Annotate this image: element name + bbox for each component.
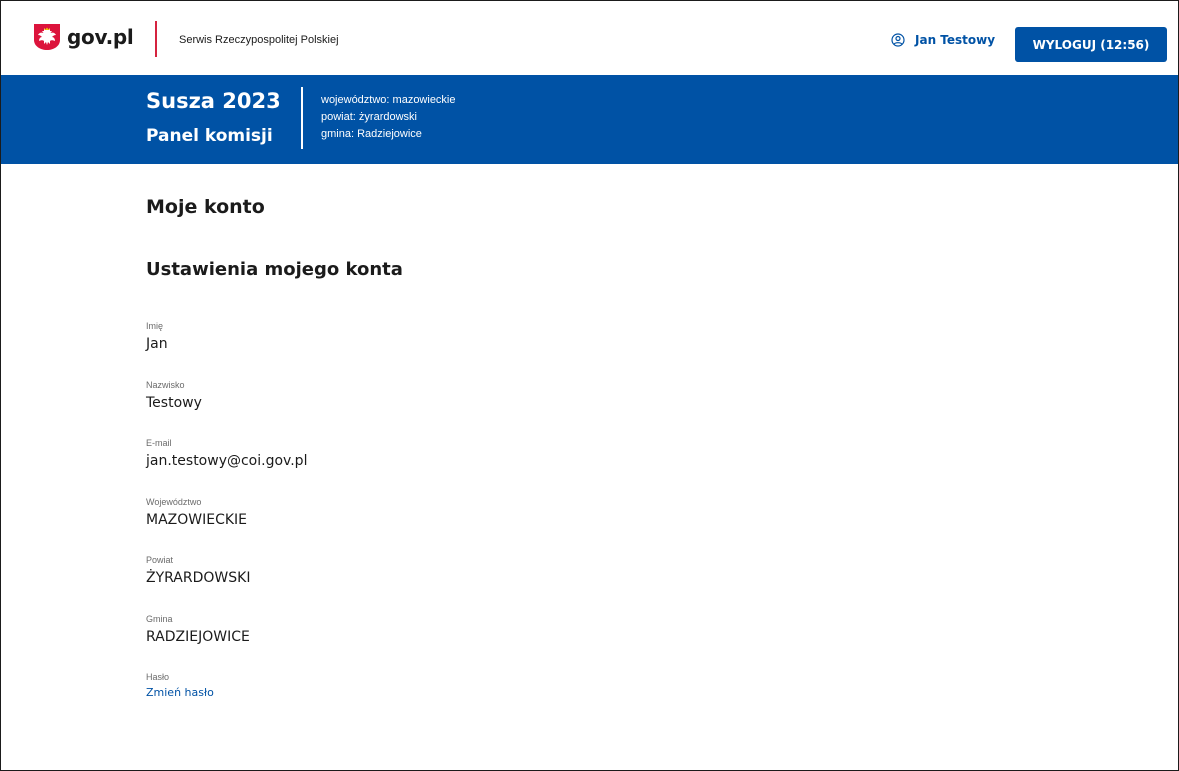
change-password-link[interactable]: Zmień hasło [146, 686, 214, 699]
field-value: ŻYRARDOWSKI [146, 570, 251, 586]
region-info: województwo: mazowieckie powiat: żyrardo… [321, 92, 456, 143]
user-circle-icon [891, 33, 905, 47]
logout-button[interactable]: WYLOGUJ (12:56) [1015, 27, 1167, 62]
top-bar: gov.pl Serwis Rzeczypospolitej Polskiej … [1, 1, 1178, 75]
header-separator [155, 21, 157, 57]
field-wojewodztwo: Województwo MAZOWIECKIE [146, 497, 247, 528]
app-banner: Susza 2023 Panel komisji województwo: ma… [1, 75, 1178, 164]
field-label: Gmina [146, 614, 173, 624]
field-label: Hasło [146, 672, 170, 682]
field-gmina: Gmina RADZIEJOWICE [146, 614, 250, 645]
field-value: Testowy [146, 395, 202, 411]
section-title: Ustawienia mojego konta [146, 259, 403, 280]
polish-eagle-emblem-icon [34, 24, 60, 50]
field-haslo: Hasło Zmień hasło [146, 672, 214, 699]
field-value: jan.testowy@coi.gov.pl [146, 453, 308, 469]
field-label: Województwo [146, 497, 202, 507]
field-label: E-mail [146, 438, 172, 448]
page-title: Moje konto [146, 196, 265, 218]
region-wojewodztwo: województwo: mazowieckie [321, 94, 456, 106]
field-value: RADZIEJOWICE [146, 629, 250, 645]
region-gmina: gmina: Radziejowice [321, 128, 422, 140]
field-email: E-mail jan.testowy@coi.gov.pl [146, 438, 307, 469]
field-nazwisko: Nazwisko Testowy [146, 380, 202, 411]
service-name: Serwis Rzeczypospolitej Polskiej [179, 34, 339, 46]
field-value: Jan [146, 336, 168, 352]
user-menu[interactable]: Jan Testowy [891, 33, 995, 47]
field-value: MAZOWIECKIE [146, 512, 248, 528]
gov-pl-logo[interactable]: gov.pl [33, 23, 134, 51]
banner-separator [301, 87, 303, 149]
logo-text: gov.pl [67, 25, 134, 49]
field-powiat: Powiat ŻYRARDOWSKI [146, 555, 250, 586]
page-frame: gov.pl Serwis Rzeczypospolitej Polskiej … [0, 0, 1179, 771]
field-label: Imię [146, 321, 164, 331]
field-label: Powiat [146, 555, 174, 565]
app-subtitle: Panel komisji [146, 126, 273, 146]
app-title: Susza 2023 [146, 89, 281, 113]
user-name: Jan Testowy [915, 33, 996, 47]
region-powiat: powiat: żyrardowski [321, 111, 417, 123]
field-label: Nazwisko [146, 380, 185, 390]
field-imie: Imię Jan [146, 321, 168, 352]
